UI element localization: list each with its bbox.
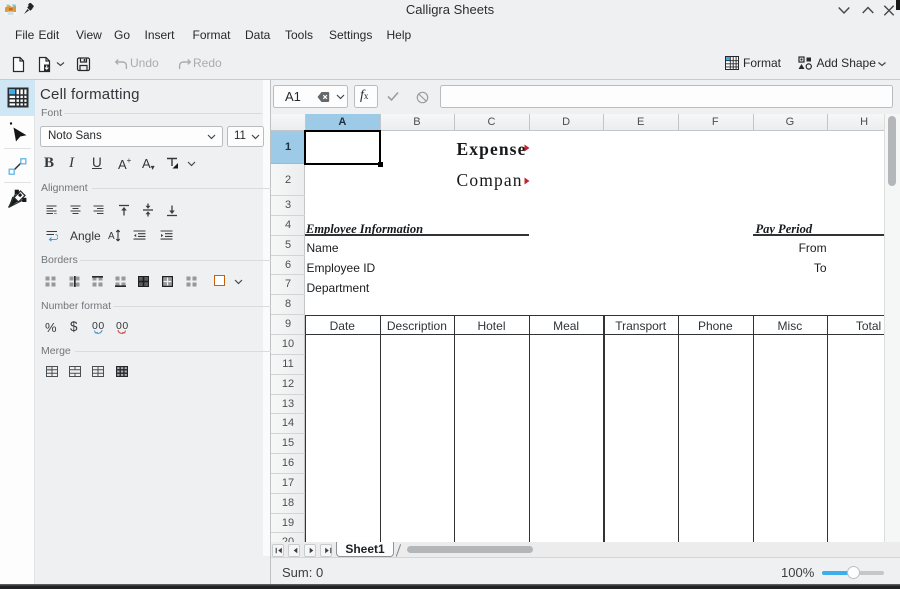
svg-text:A: A — [108, 231, 115, 242]
